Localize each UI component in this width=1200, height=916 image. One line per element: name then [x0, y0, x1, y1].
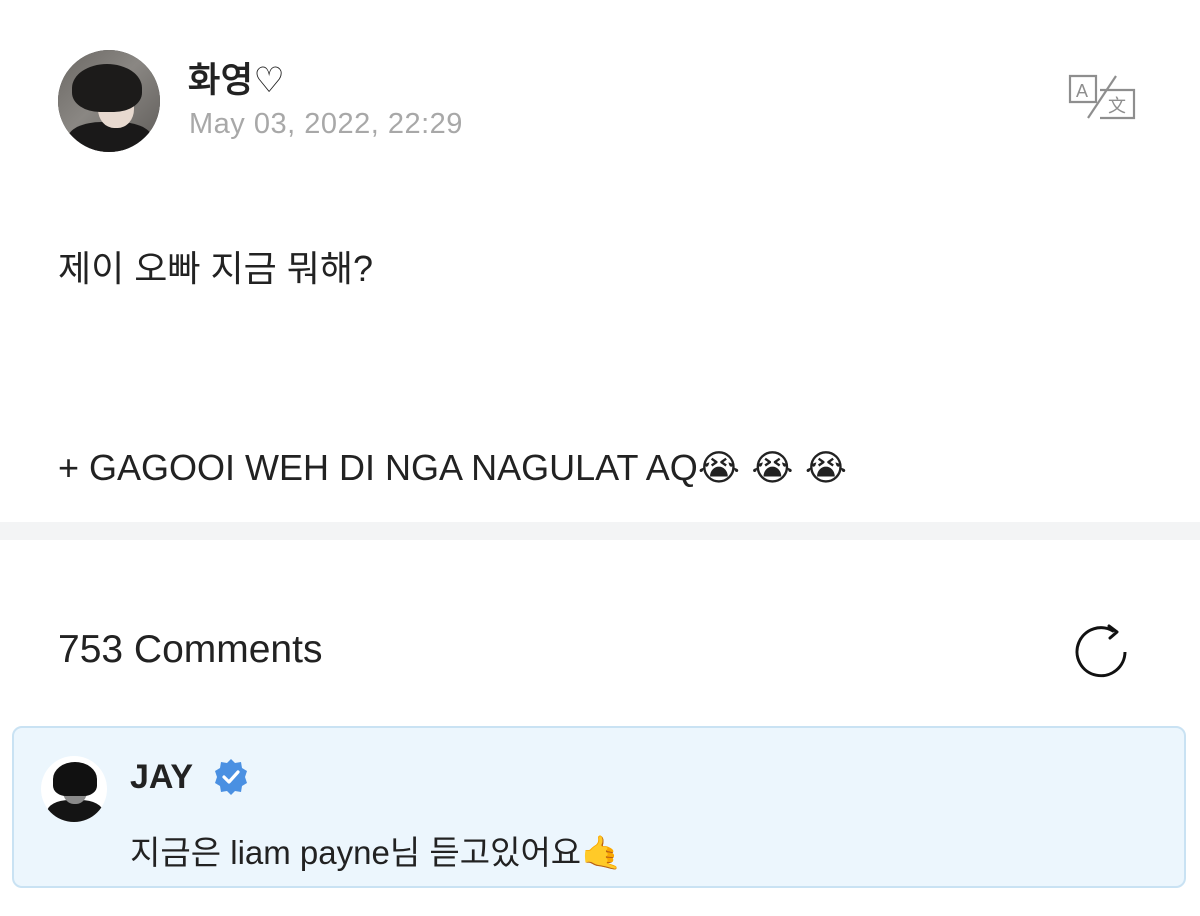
comment-item[interactable]: JAY 지금은 liam payne님 듣고있어요🤙	[12, 726, 1186, 888]
avatar-figure-hair	[72, 64, 142, 112]
author-avatar[interactable]	[58, 50, 160, 152]
commenter-avatar-hair	[53, 762, 97, 796]
refresh-button[interactable]	[1072, 624, 1132, 680]
post-body-line-1: 제이 오빠 지금 뭐해?	[58, 248, 373, 289]
crying-face-emojis: 😭 😭 😭	[697, 448, 847, 489]
refresh-icon	[1075, 624, 1127, 678]
translate-button[interactable]: A 文	[1066, 72, 1138, 122]
svg-text:A: A	[1076, 81, 1088, 101]
section-divider	[0, 522, 1200, 540]
comment-text: 지금은 liam payne님 듣고있어요🤙	[130, 826, 622, 874]
comments-count-header: 753 Comments	[58, 628, 323, 671]
translate-icon: A 文	[1068, 74, 1136, 120]
post-body-line-2-text: + GAGOOI WEH DI NGA NAGULAT AQ	[58, 447, 698, 488]
svg-text:文: 文	[1108, 96, 1126, 117]
commenter-avatar[interactable]	[41, 756, 107, 822]
post-author-name[interactable]: 화영♡	[188, 52, 285, 103]
verified-badge-icon	[215, 759, 247, 795]
post: 화영♡ May 03, 2022, 22:29 A 文 제이 오빠 지금 뭐해?…	[0, 0, 1200, 522]
post-timestamp: May 03, 2022, 22:29	[189, 108, 463, 140]
post-body-line-2: + GAGOOI WEH DI NGA NAGULAT AQ😭 😭 😭	[58, 447, 847, 489]
comment-text-body: 지금은 liam payne님 듣고있어요	[130, 834, 582, 871]
call-me-hand-emoji: 🤙	[581, 833, 623, 872]
commenter-name[interactable]: JAY	[130, 758, 193, 797]
